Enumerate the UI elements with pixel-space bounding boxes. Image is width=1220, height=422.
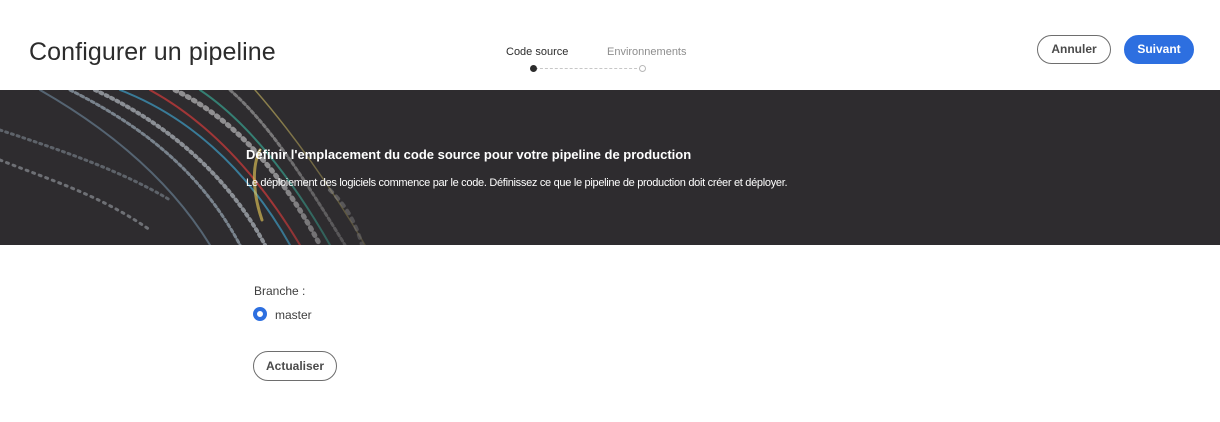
refresh-button[interactable]: Actualiser xyxy=(253,351,337,381)
step-code-source-dot xyxy=(530,65,537,72)
header: Configurer un pipeline Code source Envir… xyxy=(0,0,1220,90)
branch-label: Branche : xyxy=(254,284,306,298)
banner: Définir l'emplacement du code source pou… xyxy=(0,90,1220,245)
pipeline-config-page: Configurer un pipeline Code source Envir… xyxy=(0,0,1220,422)
banner-artwork xyxy=(0,90,420,245)
banner-title: Définir l'emplacement du code source pou… xyxy=(246,147,692,162)
stepper: Code source Environnements xyxy=(480,46,710,76)
cancel-button[interactable]: Annuler xyxy=(1037,35,1111,64)
stepper-track xyxy=(535,68,642,69)
step-environments-dot xyxy=(639,65,646,72)
radio-selected-icon[interactable] xyxy=(253,307,267,321)
next-button[interactable]: Suivant xyxy=(1124,35,1194,64)
banner-subtitle: Le déploiement des logiciels commence pa… xyxy=(246,177,788,189)
page-title: Configurer un pipeline xyxy=(29,38,276,66)
step-code-source-label: Code source xyxy=(506,46,569,58)
step-environments-label: Environnements xyxy=(607,46,687,58)
branch-option-label: master xyxy=(275,308,312,322)
